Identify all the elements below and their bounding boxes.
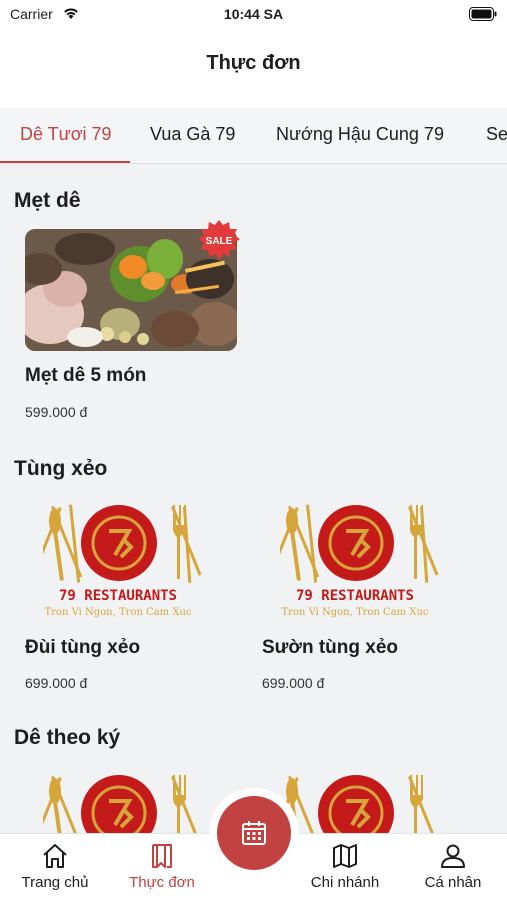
tab-branches-label: Chi nhánh: [310, 874, 380, 891]
sale-badge: SALE: [198, 220, 240, 260]
tab-profile-label: Cá nhân: [424, 874, 482, 891]
tab-branches[interactable]: Chi nhánh: [295, 834, 395, 900]
category-tabs: Dê Tươi 79 Vua Gà 79 Nướng Hậu Cung 79 S…: [0, 108, 507, 164]
item-name: Mẹt dê 5 món: [25, 365, 147, 386]
booking-fab-button[interactable]: [217, 796, 291, 870]
tab-menu-label: Thực đơn: [129, 874, 195, 891]
home-icon: [43, 844, 67, 868]
person-icon: [441, 844, 465, 868]
tab-vua-ga-79[interactable]: Vua Gà 79: [150, 124, 235, 145]
section-title: Tùng xẻo: [14, 457, 108, 480]
map-icon: [333, 844, 357, 868]
section-title: Mẹt dê: [14, 189, 81, 212]
menu-list[interactable]: Mẹt dê SALE Mẹt dê 5 món 599.000 đ Tùng …: [0, 165, 507, 833]
item-price: 699.000 đ: [262, 675, 325, 691]
calendar-icon: [242, 821, 266, 845]
logo-tagline: Tron Vi Ngon, Tron Cam Xuc: [44, 607, 191, 618]
tab-partial[interactable]: Se: [486, 124, 507, 145]
item-name: Đùi tùng xẻo: [25, 637, 141, 658]
page-title: Thực đơn: [206, 52, 301, 74]
section-title: Dê theo ký: [14, 726, 121, 749]
restaurant-logo: [280, 775, 439, 833]
battery-icon: [469, 7, 497, 21]
book-icon: [152, 844, 172, 868]
restaurant-logo: 79 RESTAURANTS Tron Vi Ngon, Tron Cam Xu…: [43, 504, 202, 618]
tab-profile[interactable]: Cá nhân: [403, 834, 503, 900]
logo-tagline: Tron Vi Ngon, Tron Cam Xuc: [281, 607, 428, 618]
tab-home-label: Trang chủ: [21, 874, 89, 891]
tab-home[interactable]: Trang chủ: [5, 834, 105, 900]
item-price: 599.000 đ: [25, 404, 88, 420]
item-price: 699.000 đ: [25, 675, 88, 691]
item-name: Sườn tùng xẻo: [262, 637, 398, 658]
logo-brand: 79 RESTAURANTS: [296, 588, 414, 604]
tab-menu[interactable]: Thực đơn: [112, 834, 212, 900]
status-time: 10:44 SA: [223, 6, 284, 22]
restaurant-logo: [43, 775, 202, 833]
nav-bar: Thực đơn: [0, 30, 507, 108]
sale-label: SALE: [206, 236, 233, 247]
active-tab-indicator: [0, 161, 130, 163]
restaurant-logo: 79 RESTAURANTS Tron Vi Ngon, Tron Cam Xu…: [280, 504, 439, 618]
tab-nuong-hau-cung-79[interactable]: Nướng Hậu Cung 79: [276, 124, 444, 145]
tab-de-tuoi-79[interactable]: Dê Tươi 79: [20, 124, 112, 145]
logo-brand: 79 RESTAURANTS: [59, 588, 177, 604]
status-bar: Carrier 10:44 SA: [0, 0, 507, 30]
